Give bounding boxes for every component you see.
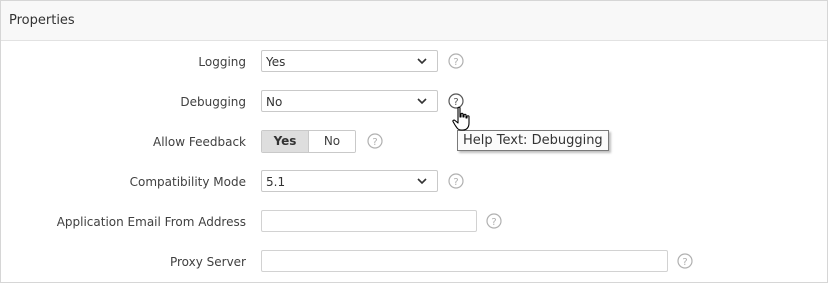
proxy-server-label: Proxy Server	[169, 255, 246, 269]
compatibility-mode-select[interactable]: 5.1	[261, 170, 438, 192]
debugging-value: No	[266, 95, 283, 109]
panel-title: Properties	[9, 13, 75, 28]
compatibility-mode-value: 5.1	[266, 175, 286, 189]
allow-feedback-toggle[interactable]: Yes No	[261, 130, 356, 153]
svg-text:?: ?	[682, 257, 687, 268]
email-from-label: Application Email From Address	[56, 215, 246, 229]
logging-help-icon[interactable]: ?	[448, 53, 464, 69]
proxy-server-help-icon[interactable]: ?	[677, 253, 693, 269]
allow-feedback-help-icon[interactable]: ?	[367, 133, 383, 149]
debugging-label: Debugging	[180, 95, 246, 109]
properties-panel: Properties	[0, 0, 828, 283]
proxy-server-input[interactable]	[261, 250, 668, 272]
allow-feedback-no[interactable]: No	[309, 131, 355, 152]
hand-pointer-icon	[452, 106, 470, 131]
compatibility-mode-help-icon[interactable]: ?	[448, 173, 464, 189]
debugging-select[interactable]: No	[261, 90, 438, 112]
panel-header: Properties	[1, 1, 827, 41]
chevron-down-icon	[417, 58, 427, 65]
email-from-input[interactable]	[261, 210, 477, 232]
svg-text:?: ?	[453, 177, 458, 188]
allow-feedback-yes[interactable]: Yes	[262, 131, 309, 152]
svg-text:?: ?	[372, 137, 377, 148]
allow-feedback-label: Allow Feedback	[153, 135, 246, 149]
compatibility-mode-label: Compatibility Mode	[129, 175, 246, 189]
logging-value: Yes	[266, 55, 286, 69]
email-from-help-icon[interactable]: ?	[486, 213, 502, 229]
help-tooltip: Help Text: Debugging	[457, 130, 609, 151]
chevron-down-icon	[417, 98, 427, 105]
svg-text:?: ?	[491, 217, 496, 228]
svg-text:?: ?	[453, 57, 458, 68]
chevron-down-icon	[417, 178, 427, 185]
logging-select[interactable]: Yes	[261, 50, 438, 72]
logging-label: Logging	[198, 55, 246, 69]
